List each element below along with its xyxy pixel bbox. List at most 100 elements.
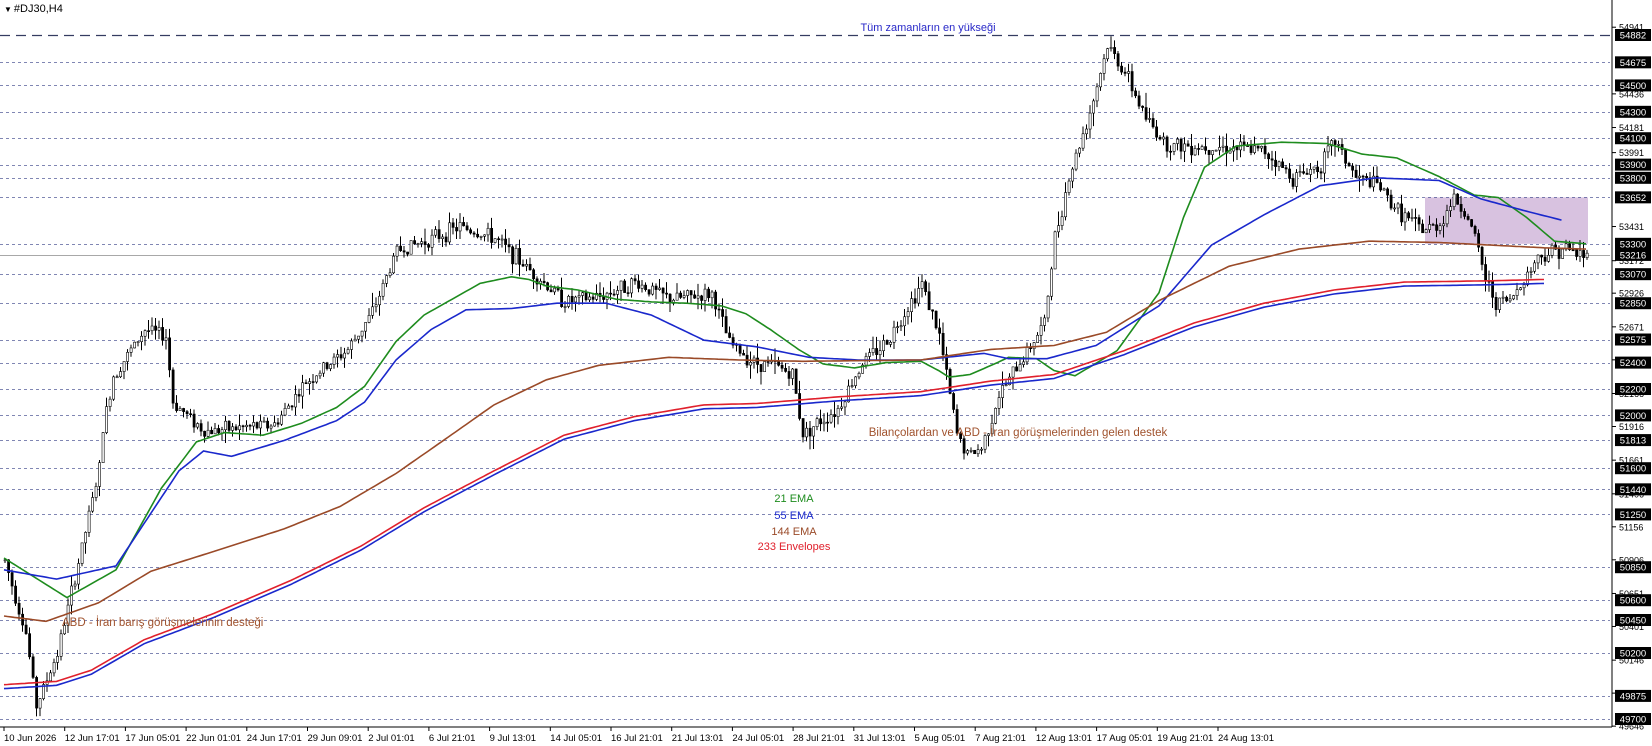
candle-body (1470, 219, 1474, 227)
candle-body (434, 229, 438, 236)
candle-body (98, 462, 102, 487)
candle-body (143, 330, 147, 337)
candle-body (969, 449, 973, 452)
candle-body (259, 420, 263, 429)
candle-body (682, 295, 686, 298)
candle-body (924, 281, 928, 292)
candle-body (1456, 193, 1460, 205)
candle-body (455, 227, 459, 232)
price-level-tag-label: 53900 (1620, 160, 1646, 171)
candle-body (1302, 171, 1306, 174)
price-chart[interactable]: Tüm zamanların en yükseği Bilançolardan v… (0, 0, 1652, 746)
candle-body (885, 340, 889, 345)
candle-body (91, 497, 95, 512)
candle-body (280, 414, 284, 425)
candle-body (385, 275, 389, 284)
candle-body (1309, 168, 1313, 175)
candle-body (791, 368, 795, 379)
candle-body (395, 245, 399, 257)
candle-body (1466, 216, 1470, 220)
candle-body (420, 241, 424, 244)
candle-body (1001, 385, 1005, 398)
candle-body (668, 293, 672, 304)
candle-body (416, 243, 420, 245)
candle-body (101, 432, 105, 463)
candle-body (1204, 146, 1208, 151)
candle-body (766, 361, 770, 363)
candle-body (927, 291, 931, 311)
candle-body (350, 340, 354, 350)
time-tick-label: 16 Jul 21:01 (611, 733, 663, 744)
candle-body (693, 294, 697, 299)
candle-body (80, 542, 84, 564)
candle-body (728, 332, 732, 338)
candle-body (1298, 171, 1302, 173)
candle-body (234, 426, 238, 431)
candle-body (1501, 296, 1505, 299)
candle-body (882, 340, 886, 352)
candle-body (262, 420, 266, 423)
candle-body (962, 438, 966, 454)
candle-body (973, 449, 977, 455)
candle-body (833, 414, 837, 417)
candle-body (402, 250, 406, 253)
candle-body (304, 382, 308, 385)
candle-body (1582, 250, 1586, 258)
candle-body (1050, 268, 1054, 297)
candle-body (196, 423, 200, 428)
candle-body (934, 310, 938, 329)
candle-body (1435, 224, 1439, 231)
ema144-legend: 144 EMA (771, 526, 817, 538)
candle-body (1365, 176, 1369, 178)
candle-body (1060, 216, 1064, 226)
price-tick-label: 51156 (1619, 522, 1643, 532)
candle-body (360, 330, 364, 337)
candle-body (637, 280, 641, 289)
candle-body (1078, 147, 1082, 154)
price-level-tag-label: 52850 (1620, 299, 1646, 310)
candle-body (444, 236, 448, 243)
candle-body (584, 292, 588, 301)
candle-body (556, 287, 560, 291)
candle-body (381, 283, 385, 297)
candle-body (1351, 165, 1355, 171)
candle-body (612, 293, 616, 296)
price-level-tag-label: 51250 (1620, 510, 1646, 521)
candle-body (1018, 364, 1022, 372)
candle-body (1494, 297, 1498, 310)
candle-body (472, 232, 476, 235)
candle-body (1113, 47, 1117, 54)
candle-body (1284, 167, 1288, 170)
candle-body (878, 350, 882, 355)
price-level-tag-label: 50200 (1620, 649, 1646, 660)
candle-body (798, 393, 802, 419)
candle-body (364, 322, 368, 332)
candle-body (325, 362, 329, 369)
candle-body (500, 238, 504, 241)
time-tick-label: 10 Jun 2026 (4, 733, 56, 744)
candle-body (980, 448, 984, 451)
candle-body (644, 284, 648, 290)
candle-body (840, 406, 844, 409)
candle-body (1550, 244, 1554, 256)
candle-body (1438, 225, 1442, 231)
candle-body (1326, 145, 1330, 153)
candle-body (700, 295, 704, 301)
candle-body (948, 369, 952, 394)
candle-body (49, 672, 53, 682)
candle-body (826, 421, 830, 424)
candle-body (24, 624, 28, 634)
candle-body (332, 356, 336, 365)
candle-body (406, 251, 410, 255)
candle-body (1015, 366, 1019, 372)
candle-body (1585, 252, 1589, 258)
all-time-high-label: Tüm zamanların en yükseği (860, 22, 995, 34)
candle-body (1410, 217, 1414, 219)
price-level-tag-label: 51813 (1620, 436, 1646, 447)
candle-body (1235, 146, 1239, 151)
time-tick-label: 2 Jul 01:01 (368, 733, 414, 744)
candle-body (206, 429, 210, 437)
price-level-tag-label: 51440 (1620, 485, 1646, 496)
candle-body (763, 361, 767, 372)
price-level-tag-label: 50600 (1620, 596, 1646, 607)
